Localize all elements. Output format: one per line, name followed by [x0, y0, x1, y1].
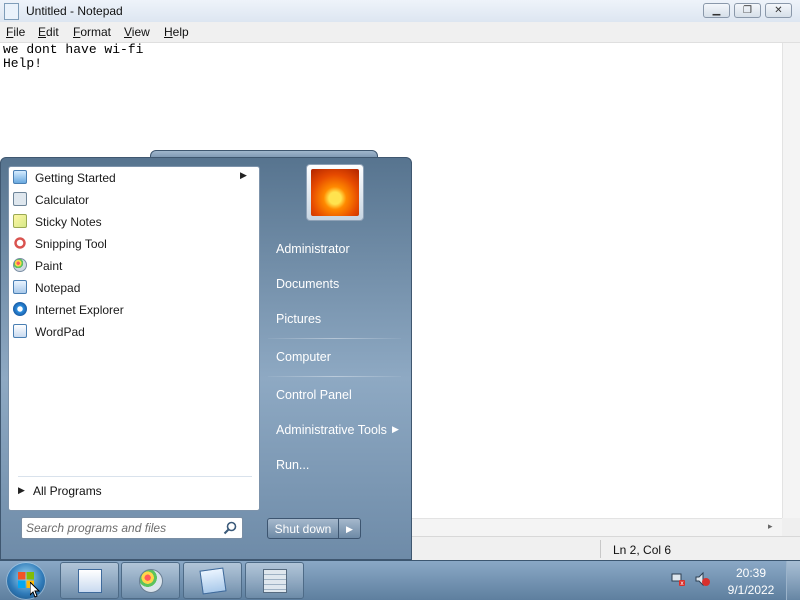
shutdown-options-button[interactable]: ▶	[339, 518, 361, 539]
scrollbar-corner	[782, 518, 800, 536]
expand-arrow-icon: ▶	[18, 485, 25, 495]
paint-icon	[139, 569, 163, 593]
vertical-scrollbar[interactable]	[782, 43, 800, 518]
menu-help-accelerator: H	[164, 25, 173, 39]
minimize-button[interactable]: ▁	[703, 3, 730, 18]
menu-edit[interactable]: Edit	[38, 25, 59, 39]
close-icon: ✕	[774, 5, 783, 16]
program-label: Paint	[35, 259, 63, 273]
program-label: Internet Explorer	[35, 303, 124, 317]
program-getting-started[interactable]: Getting Started ▶	[10, 167, 256, 189]
network-disconnected-icon[interactable]: x	[670, 571, 686, 587]
program-sticky-notes[interactable]: Sticky Notes	[10, 211, 256, 233]
all-programs-label: All Programs	[33, 484, 102, 498]
right-pane-divider	[268, 376, 401, 377]
program-label: Sticky Notes	[35, 215, 102, 229]
snipping-tool-icon	[13, 236, 27, 250]
all-programs-divider	[18, 476, 252, 477]
wordpad-icon	[78, 569, 102, 593]
right-item-label: Administrator	[276, 242, 350, 256]
volume-muted-icon[interactable]	[694, 571, 710, 587]
right-item-run[interactable]: Run...	[268, 450, 404, 480]
getting-started-icon	[13, 170, 27, 184]
search-input[interactable]	[26, 520, 220, 536]
right-item-control-panel[interactable]: Control Panel	[268, 380, 404, 410]
program-snipping-tool[interactable]: Snipping Tool	[10, 233, 256, 255]
menu-help[interactable]: Help	[164, 25, 189, 39]
user-avatar	[306, 164, 364, 221]
program-wordpad[interactable]: WordPad	[10, 321, 256, 343]
calculator-icon	[263, 569, 287, 593]
menu-bar: File Edit Format View Help	[0, 22, 800, 43]
right-item-label: Computer	[276, 350, 331, 364]
submenu-arrow-icon: ▶	[392, 424, 399, 434]
right-item-documents[interactable]: Documents	[268, 269, 404, 299]
right-item-computer[interactable]: Computer	[268, 342, 404, 372]
program-label: Notepad	[35, 281, 81, 295]
flower-picture	[311, 169, 359, 216]
right-pane-divider	[268, 338, 401, 339]
program-paint[interactable]: Paint	[10, 255, 256, 277]
taskbar-calculator[interactable]	[245, 562, 304, 599]
program-label: Snipping Tool	[35, 237, 107, 251]
restore-icon: ❐	[743, 5, 752, 16]
menu-edit-label: dit	[46, 25, 59, 39]
sticky-notes-icon	[13, 214, 27, 228]
right-item-label: Documents	[276, 277, 340, 291]
right-item-label: Pictures	[276, 312, 322, 326]
menu-help-label: elp	[172, 25, 189, 39]
menu-format-label: ormat	[80, 25, 112, 39]
right-item-label: Administrative Tools	[276, 423, 387, 437]
window-title: Untitled - Notepad	[26, 4, 123, 18]
show-desktop-button[interactable]	[786, 561, 800, 600]
program-label: WordPad	[35, 325, 85, 339]
taskbar-wordpad[interactable]	[60, 562, 119, 599]
menu-format[interactable]: Format	[73, 25, 111, 39]
minimize-icon: ▁	[712, 5, 721, 16]
svg-text:x: x	[680, 580, 684, 587]
clock-time[interactable]: 20:39	[722, 566, 780, 580]
shutdown-button[interactable]: Shut down	[267, 518, 339, 539]
notepad-icon	[13, 280, 27, 294]
menu-view-label: iew	[131, 25, 150, 39]
taskbar-paint[interactable]	[121, 562, 180, 599]
status-divider	[600, 540, 601, 558]
right-item-pictures[interactable]: Pictures	[268, 304, 404, 334]
submenu-arrow-icon: ▶	[240, 170, 247, 180]
maximize-button[interactable]: ❐	[734, 3, 761, 18]
notepad-app-icon[interactable]	[4, 3, 19, 20]
search-box[interactable]	[21, 517, 243, 539]
menu-view[interactable]: View	[124, 25, 150, 39]
right-item-label: Run...	[276, 458, 310, 472]
all-programs-button[interactable]: ▶ All Programs	[14, 482, 254, 502]
notepad-icon	[199, 567, 227, 595]
wordpad-icon	[13, 324, 27, 338]
program-label: Getting Started	[35, 171, 116, 185]
menu-view-accelerator: V	[124, 25, 132, 39]
clock-date[interactable]: 9/1/2022	[722, 583, 780, 597]
close-button[interactable]: ✕	[765, 3, 792, 18]
program-label: Calculator	[35, 193, 90, 207]
mouse-cursor-icon	[30, 582, 40, 598]
program-notepad[interactable]: Notepad	[10, 277, 256, 299]
right-item-administrator[interactable]: Administrator	[268, 234, 404, 264]
scroll-right-icon[interactable]: ▸	[768, 521, 773, 532]
menu-edit-accelerator: E	[38, 25, 47, 39]
paint-icon	[13, 258, 27, 272]
search-icon[interactable]	[223, 521, 237, 535]
program-calculator[interactable]: Calculator	[10, 189, 256, 211]
menu-file-label: ile	[13, 25, 26, 39]
chevron-right-icon: ▶	[346, 524, 353, 534]
right-item-label: Control Panel	[276, 388, 352, 402]
right-item-administrative-tools[interactable]: Administrative Tools ▶	[268, 415, 404, 445]
cursor-position: Ln 2, Col 6	[613, 543, 672, 557]
menu-file[interactable]: File	[6, 25, 25, 39]
calculator-icon	[13, 192, 27, 206]
internet-explorer-icon	[13, 302, 27, 316]
taskbar-notepad[interactable]	[183, 562, 242, 599]
program-internet-explorer[interactable]: Internet Explorer	[10, 299, 256, 321]
title-bar[interactable]: Untitled - Notepad ▁ ❐ ✕	[0, 0, 800, 22]
